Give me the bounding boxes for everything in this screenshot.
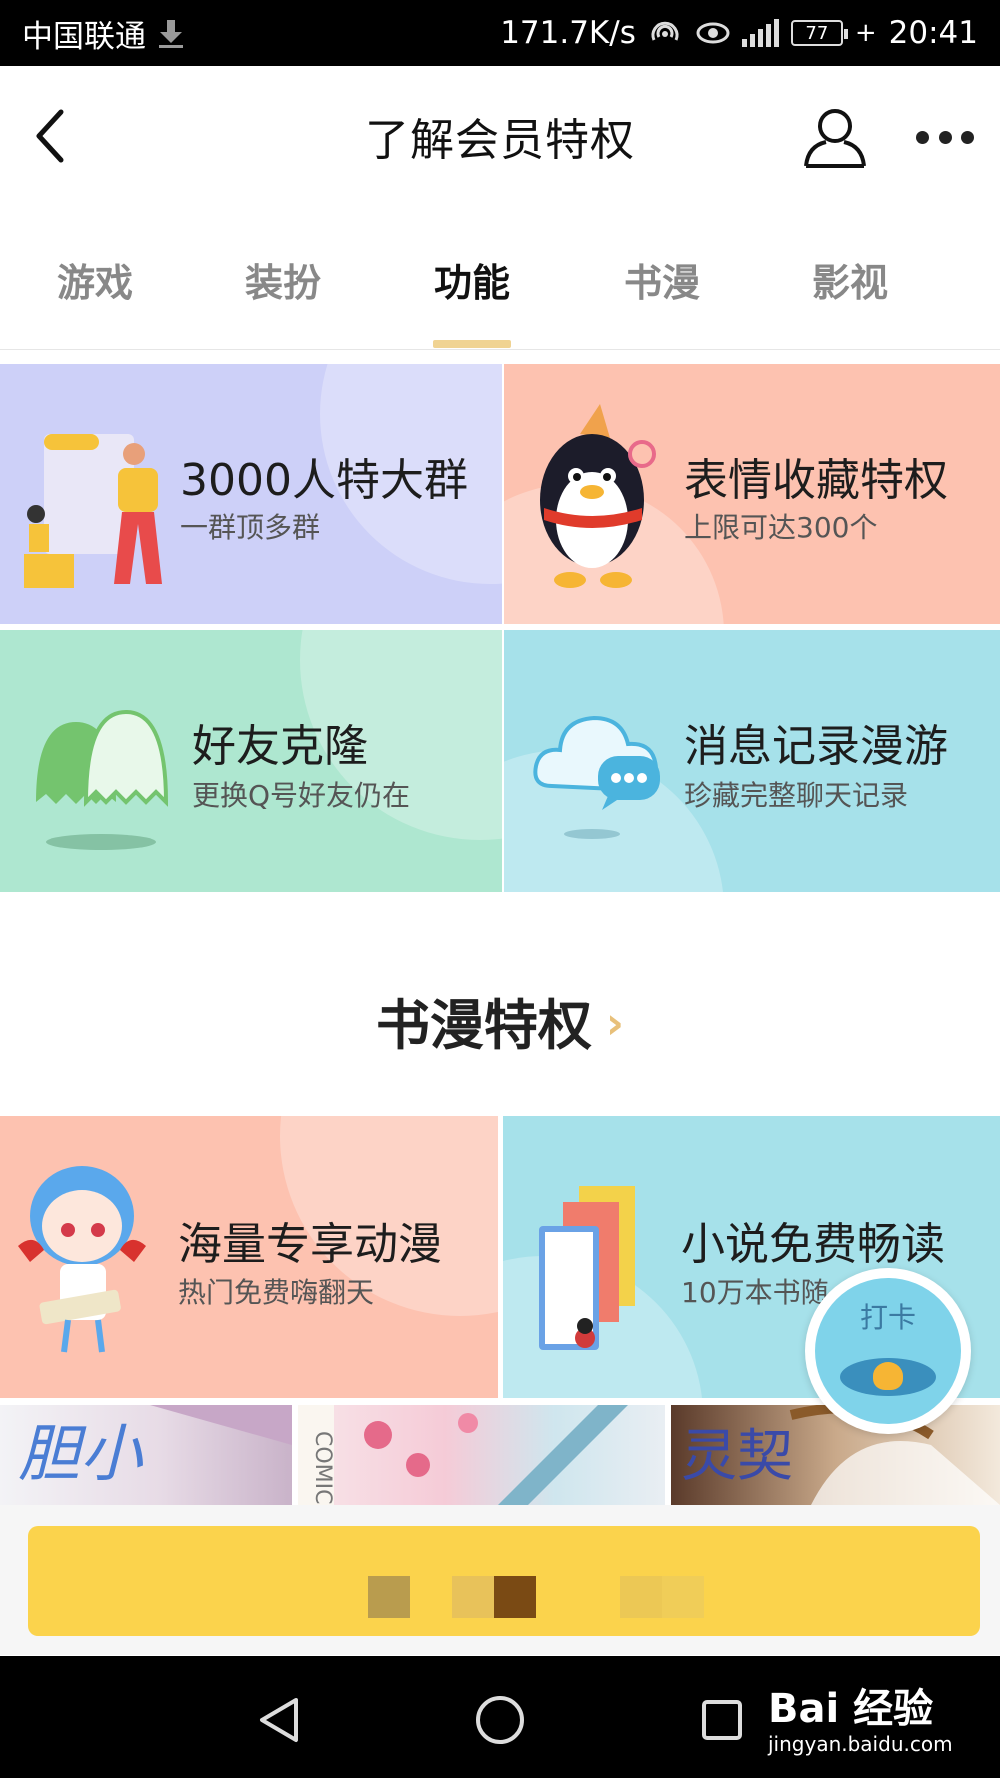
comic-cover-icon: 胆小	[18, 1405, 292, 1490]
chevron-left-icon	[36, 109, 64, 163]
feature-card-message-roaming[interactable]: 消息记录漫游 珍藏完整聊天记录	[504, 630, 1000, 892]
tab-features[interactable]: 功能	[412, 252, 532, 307]
feature-subtitle: 更换Q号好友仍在	[192, 779, 411, 812]
feature-card-sticker-collection[interactable]: 表情收藏特权 上限可达300个	[504, 364, 1000, 624]
tab-books-comics[interactable]: 书漫	[602, 252, 722, 307]
app-header: 了解会员特权	[0, 66, 1000, 206]
circle-home-icon	[476, 1696, 524, 1744]
checkin-badge: 打卡	[815, 1278, 961, 1424]
tab-games[interactable]: 游戏	[35, 252, 155, 307]
ghost-pair-icon	[36, 709, 169, 850]
comic-section-heading[interactable]: 书漫特权 ›	[0, 985, 1000, 1057]
feature-title: 3000人特大群	[180, 455, 468, 506]
cta-label-pixelated	[368, 1576, 704, 1618]
eye-icon	[696, 22, 730, 44]
profile-button[interactable]	[800, 102, 870, 172]
signal-icon	[741, 19, 779, 47]
svg-text:灵契: 灵契	[681, 1424, 793, 1489]
baidu-watermark-url: jingyan.baidu.com	[768, 1732, 953, 1756]
cloud-chat-icon	[533, 715, 660, 839]
nav-back-button[interactable]	[250, 1690, 310, 1750]
comic-thumbnail[interactable]: 灵契	[671, 1405, 1000, 1505]
penguin-icon	[540, 404, 656, 588]
tab-dressup[interactable]: 装扮	[223, 252, 343, 307]
chevron-right-icon: ›	[605, 997, 625, 1049]
feature-card-friend-clone[interactable]: 好友克隆 更换Q号好友仍在	[0, 630, 502, 892]
back-button[interactable]	[20, 106, 80, 166]
join-membership-button[interactable]	[28, 1526, 980, 1636]
feature-title: 消息记录漫游	[684, 721, 948, 772]
charging-icon: +	[854, 18, 877, 48]
network-speed: 171.7K/s	[500, 15, 636, 51]
checkin-button[interactable]: 打卡	[805, 1268, 971, 1434]
comic-thumbnail[interactable]: COMIC	[298, 1405, 665, 1505]
comic-card-anime[interactable]: 海量专享动漫 热门免费嗨翻天	[0, 1116, 498, 1398]
tab-video[interactable]: 影视	[790, 252, 910, 307]
system-nav-bar: Bai 经验 jingyan.baidu.com	[0, 1656, 1000, 1778]
comic-title: 海量专享动漫	[178, 1219, 442, 1270]
battery-icon: 77	[790, 20, 848, 46]
comic-thumbnail[interactable]: 胆小	[0, 1405, 292, 1505]
feature-card-large-group[interactable]: 3000人特大群 一群顶多群	[0, 364, 502, 624]
user-outline-icon	[804, 109, 866, 168]
books-icon	[539, 1186, 635, 1350]
svg-text:COMIC: COMIC	[310, 1431, 335, 1505]
hotspot-icon	[651, 21, 679, 41]
comic-title: 小说免费畅读	[681, 1219, 945, 1270]
feature-title: 好友克隆	[192, 721, 368, 772]
feature-subtitle: 珍藏完整聊天记录	[684, 779, 909, 812]
nav-recents-button[interactable]	[692, 1690, 752, 1750]
status-bar: 中国联通 171.7K/s 77 + 20:41	[0, 0, 1000, 66]
baidu-watermark: Bai 经验	[768, 1686, 934, 1732]
comic-cover-icon: 灵契	[681, 1405, 1000, 1505]
download-icon	[158, 18, 184, 48]
svg-text:胆小: 胆小	[18, 1417, 144, 1490]
anime-girl-icon	[18, 1166, 146, 1353]
carrier-name: 中国联通	[22, 18, 146, 55]
feature-title: 表情收藏特权	[684, 455, 948, 506]
flame-icon	[873, 1362, 903, 1390]
battery-level: 77	[805, 22, 829, 44]
comic-subtitle: 10万本书随	[681, 1276, 829, 1309]
category-tabs: 游戏 装扮 功能 书漫 影视	[0, 230, 1000, 350]
nav-home-button[interactable]	[470, 1690, 530, 1750]
section-title: 书漫特权	[375, 993, 592, 1057]
page-title: 了解会员特权	[365, 115, 635, 166]
comic-cover-icon: COMIC	[298, 1405, 628, 1505]
more-dots-icon	[916, 130, 929, 144]
triangle-back-icon	[260, 1698, 298, 1742]
people-illustration-icon	[24, 434, 162, 588]
comic-subtitle: 热门免费嗨翻天	[178, 1276, 375, 1309]
square-recents-icon	[702, 1700, 742, 1740]
checkin-label: 打卡	[859, 1301, 916, 1334]
more-button[interactable]	[910, 112, 980, 162]
feature-subtitle: 上限可达300个	[684, 511, 878, 544]
feature-subtitle: 一群顶多群	[180, 511, 321, 544]
clock: 20:41	[888, 15, 978, 51]
active-tab-indicator	[433, 340, 511, 348]
